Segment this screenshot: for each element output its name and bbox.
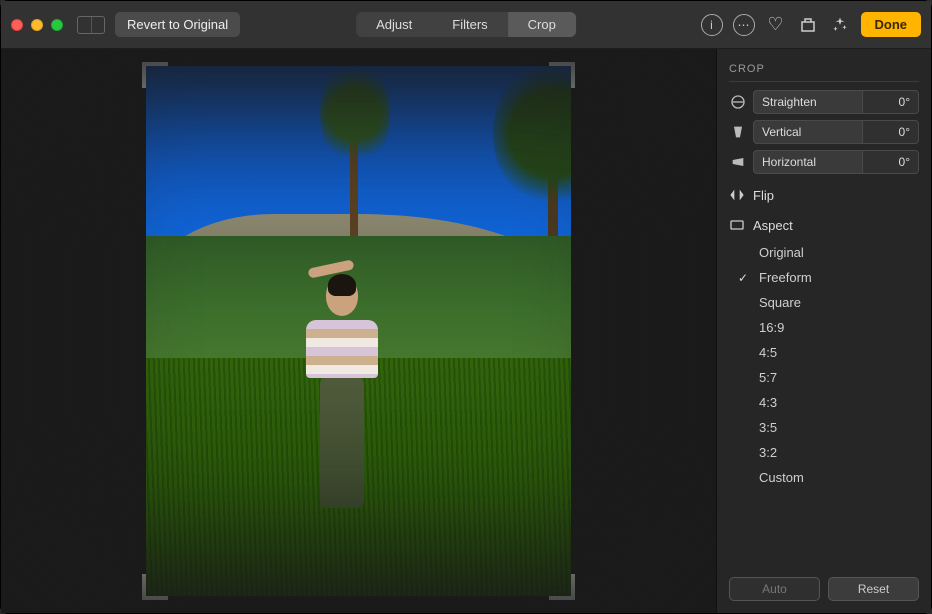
- favorite-heart-icon[interactable]: ♡: [765, 14, 787, 36]
- toolbar: Revert to Original Adjust Filters Crop i…: [1, 1, 931, 49]
- window-traffic-lights: [11, 19, 63, 31]
- aspect-header: Aspect: [729, 210, 919, 240]
- straighten-value[interactable]: 0°: [862, 91, 918, 113]
- aspect-option-custom[interactable]: Custom: [729, 465, 919, 490]
- crop-handle-top-left[interactable]: [142, 62, 168, 88]
- crop-sidebar: CROP Straighten 0° Vertical 0°: [716, 49, 931, 613]
- horizontal-perspective-icon: [729, 153, 747, 171]
- vertical-perspective-icon: [729, 123, 747, 141]
- done-button[interactable]: Done: [861, 12, 922, 37]
- more-options-icon[interactable]: ⋯: [733, 14, 755, 36]
- horizontal-label: Horizontal: [754, 151, 862, 173]
- aspect-option-original[interactable]: Original: [729, 240, 919, 265]
- straighten-icon: [729, 93, 747, 111]
- aspect-option-square[interactable]: Square: [729, 290, 919, 315]
- reset-crop-button[interactable]: Reset: [828, 577, 919, 601]
- panel-title: CROP: [729, 59, 919, 82]
- aspect-option-3-2[interactable]: 3:2: [729, 440, 919, 465]
- flip-label: Flip: [753, 188, 774, 203]
- straighten-label: Straighten: [754, 91, 862, 113]
- tab-filters[interactable]: Filters: [432, 12, 507, 37]
- horizontal-value[interactable]: 0°: [862, 151, 918, 173]
- tab-adjust[interactable]: Adjust: [356, 12, 432, 37]
- toolbar-right-tools: i ⋯ ♡ Done: [701, 12, 922, 37]
- vertical-value[interactable]: 0°: [862, 121, 918, 143]
- vertical-label: Vertical: [754, 121, 862, 143]
- horizontal-control[interactable]: Horizontal 0°: [729, 150, 919, 174]
- aspect-option-4-3[interactable]: 4:3: [729, 390, 919, 415]
- close-window-button[interactable]: [11, 19, 23, 31]
- aspect-label: Aspect: [753, 218, 793, 233]
- photo-preview: [146, 66, 571, 596]
- auto-crop-button[interactable]: Auto: [729, 577, 820, 601]
- aspect-option-4-5[interactable]: 4:5: [729, 340, 919, 365]
- photo-subject-person: [302, 278, 382, 508]
- sidebar-footer: Auto Reset: [729, 567, 919, 601]
- aspect-option-freeform[interactable]: ✓Freeform: [729, 265, 919, 290]
- aspect-ratio-list: Original ✓Freeform Square 16:9 4:5 5:7 4…: [729, 240, 919, 490]
- flip-icon: [729, 187, 745, 203]
- aspect-icon: [729, 217, 745, 233]
- rotate-icon[interactable]: [797, 14, 819, 36]
- sidebar-toggle-icon[interactable]: [77, 16, 105, 34]
- flip-button[interactable]: Flip: [729, 180, 919, 210]
- aspect-option-16-9[interactable]: 16:9: [729, 315, 919, 340]
- straighten-control[interactable]: Straighten 0°: [729, 90, 919, 114]
- main-area: CROP Straighten 0° Vertical 0°: [1, 49, 931, 613]
- tab-crop[interactable]: Crop: [508, 12, 576, 37]
- auto-enhance-icon[interactable]: [829, 14, 851, 36]
- edit-mode-segmented-control: Adjust Filters Crop: [356, 12, 576, 37]
- revert-to-original-button[interactable]: Revert to Original: [115, 12, 240, 37]
- checkmark-icon: ✓: [735, 271, 751, 285]
- fullscreen-window-button[interactable]: [51, 19, 63, 31]
- minimize-window-button[interactable]: [31, 19, 43, 31]
- crop-frame[interactable]: [146, 66, 571, 596]
- crop-handle-bottom-left[interactable]: [142, 574, 168, 600]
- photo-canvas[interactable]: [1, 49, 716, 613]
- aspect-option-5-7[interactable]: 5:7: [729, 365, 919, 390]
- info-icon[interactable]: i: [701, 14, 723, 36]
- vertical-control[interactable]: Vertical 0°: [729, 120, 919, 144]
- crop-handle-bottom-right[interactable]: [549, 574, 575, 600]
- aspect-option-3-5[interactable]: 3:5: [729, 415, 919, 440]
- crop-handle-top-right[interactable]: [549, 62, 575, 88]
